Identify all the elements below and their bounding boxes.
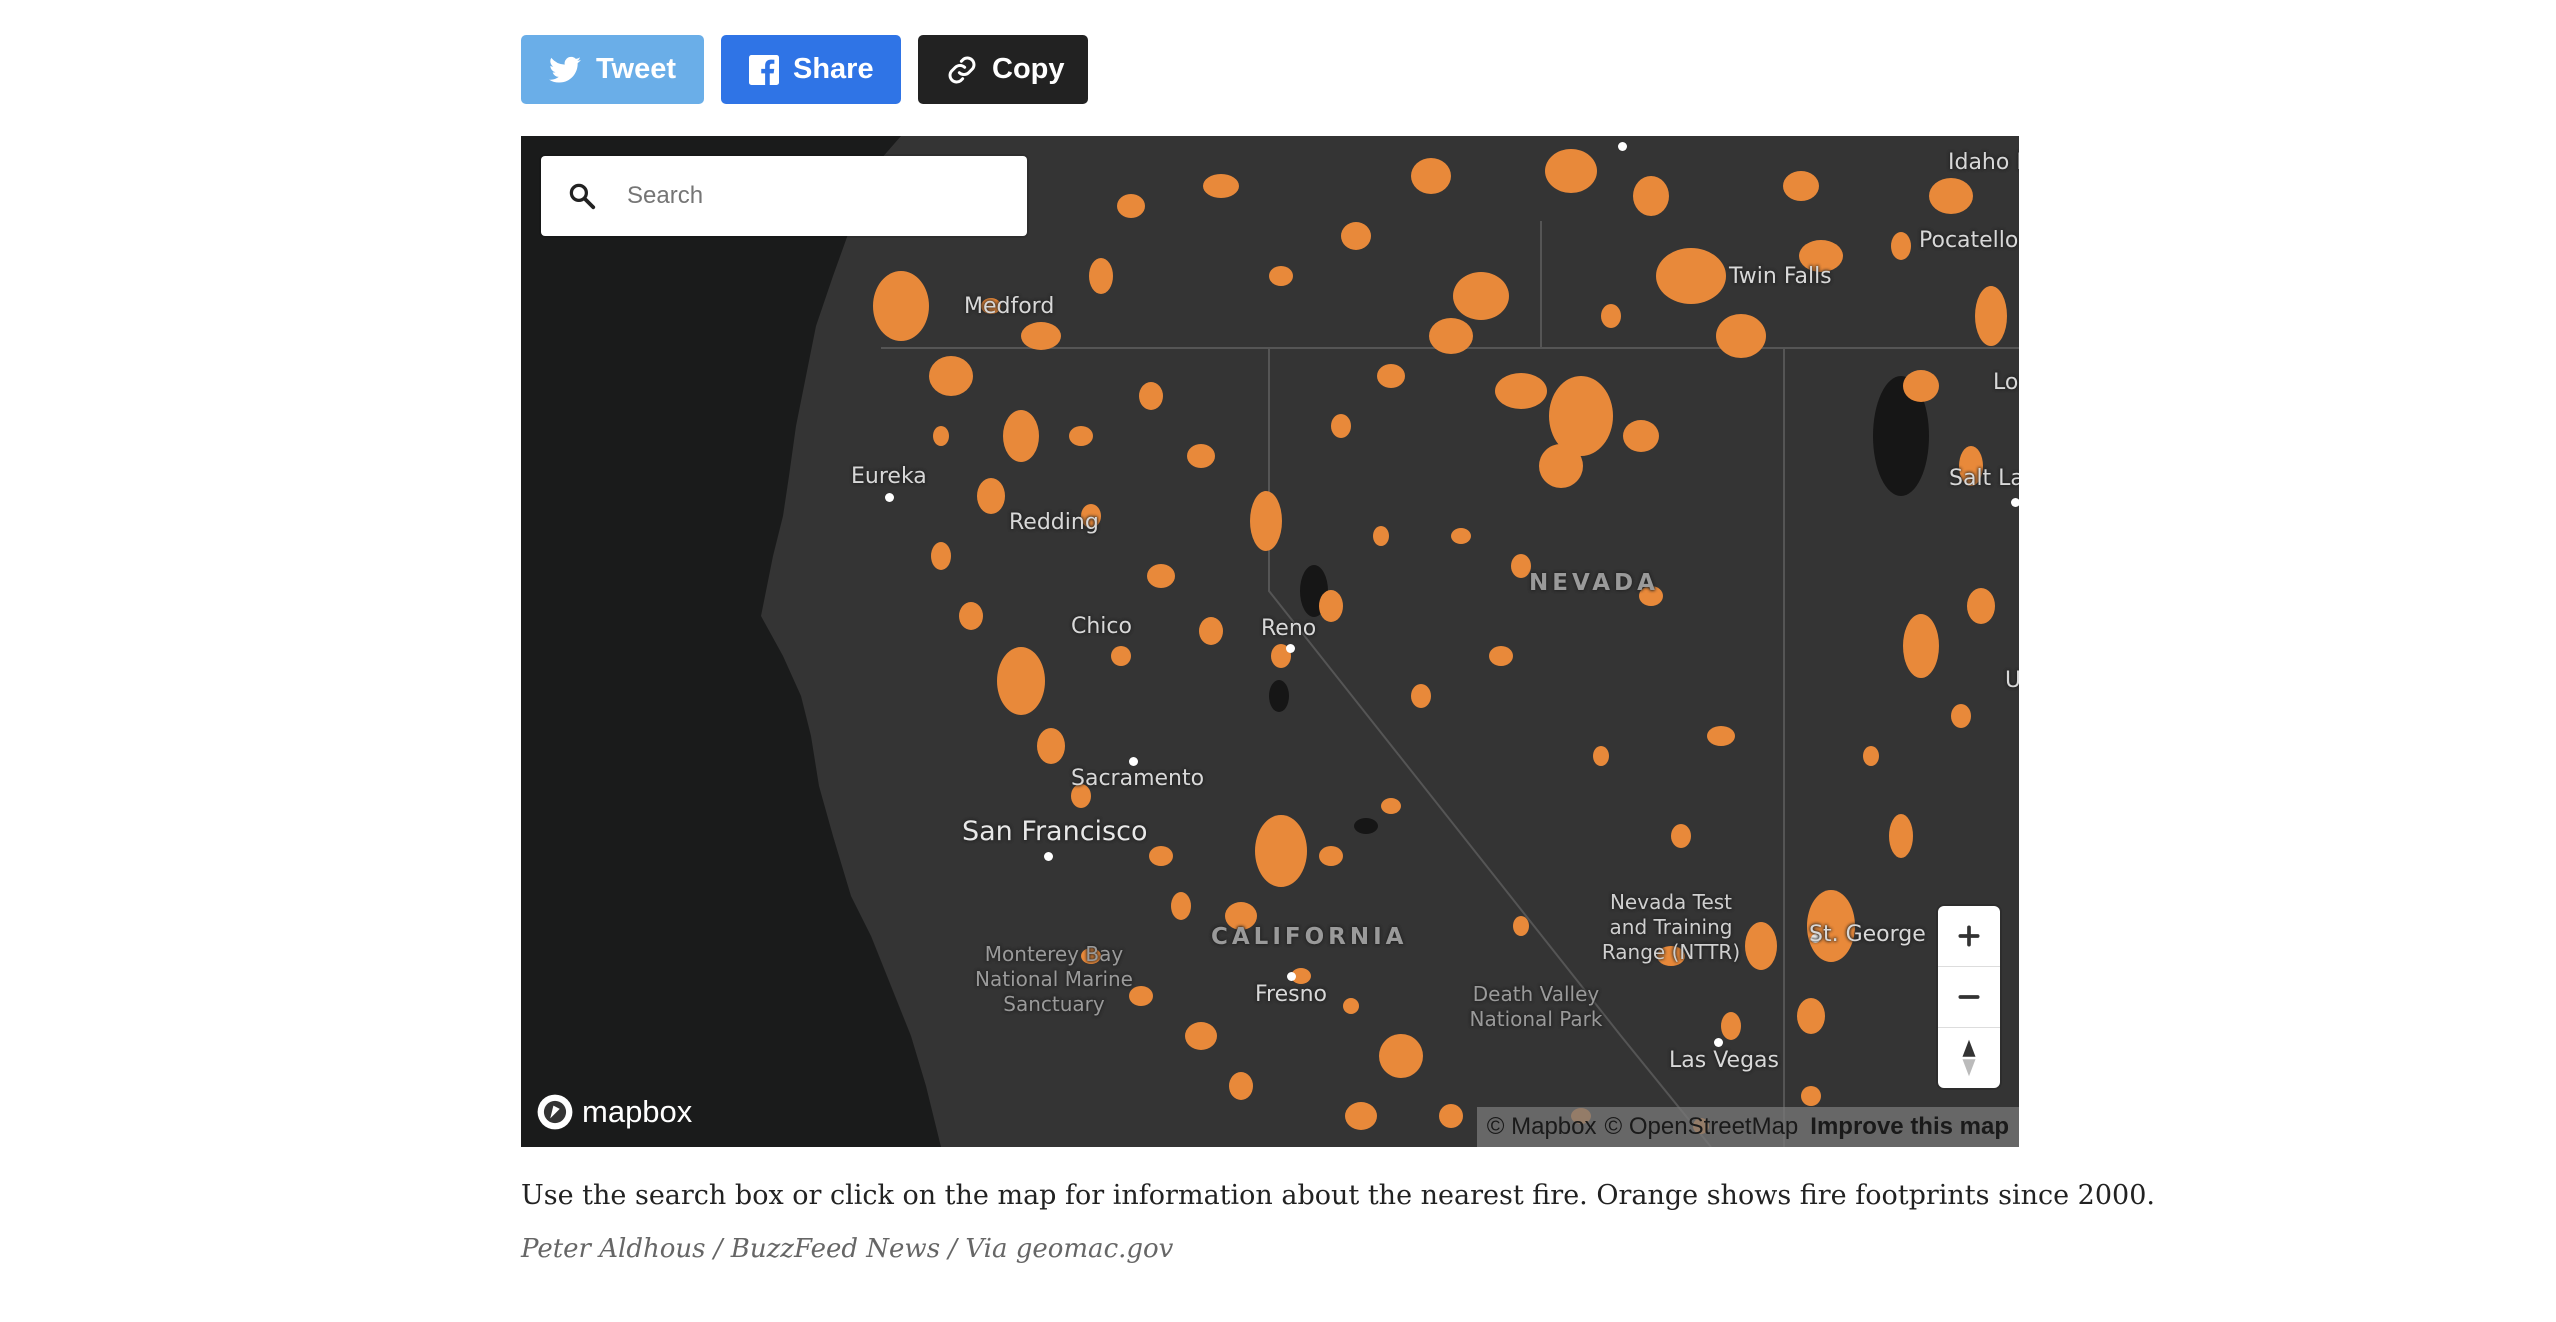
improve-map-link[interactable]: Improve this map: [1810, 1113, 2009, 1141]
label-monterey-bay-sanctuary: Monterey Bay National Marine Sanctuary: [975, 942, 1133, 1016]
label-salt-lake: Salt La: [1949, 466, 2019, 491]
map-search[interactable]: [541, 156, 1027, 236]
share-button[interactable]: Share: [721, 35, 901, 104]
twitter-icon: [549, 53, 582, 87]
label-logan: Lo: [1993, 370, 2019, 395]
city-dot: [1618, 142, 1627, 151]
label-redding: Redding: [1009, 510, 1099, 535]
zoom-in-button[interactable]: [1938, 906, 2000, 967]
copy-link-button[interactable]: Copy: [918, 35, 1088, 104]
compass-reset-button[interactable]: [1938, 1028, 2000, 1088]
map-caption: Use the search box or click on the map f…: [521, 1180, 2155, 1211]
label-st-george: St. George: [1809, 922, 1926, 947]
label-utah-edge: U: [2005, 668, 2019, 693]
label-idaho-falls: Idaho F: [1948, 150, 2019, 175]
label-reno: Reno: [1261, 616, 1317, 641]
minus-icon: [1958, 995, 1980, 999]
map-credit: Peter Aldhous / BuzzFeed News / Via geom…: [521, 1234, 1174, 1264]
zoom-out-button[interactable]: [1938, 967, 2000, 1028]
plus-icon: [1958, 925, 1980, 947]
search-icon: [567, 181, 597, 211]
attribution-osm-link[interactable]: © OpenStreetMap: [1605, 1113, 1799, 1141]
label-nevada: NEVADA: [1529, 570, 1659, 596]
label-san-francisco: San Francisco: [962, 816, 1148, 847]
city-dot: [885, 493, 894, 502]
search-input[interactable]: [625, 181, 1009, 211]
label-fresno: Fresno: [1255, 982, 1328, 1007]
city-dot: [2011, 498, 2019, 507]
map-navigation-controls: [1938, 906, 2000, 1088]
label-chico: Chico: [1071, 614, 1132, 639]
label-las-vegas: Las Vegas: [1669, 1048, 1779, 1073]
fire-map[interactable]: Medford Eureka Redding Chico Reno Sacram…: [521, 136, 2019, 1147]
copy-label: Copy: [992, 53, 1065, 85]
label-sacramento: Sacramento: [1071, 766, 1205, 791]
map-attribution: © Mapbox © OpenStreetMap Improve this ma…: [1476, 1107, 2019, 1147]
facebook-icon: [749, 53, 779, 87]
city-dot: [1287, 972, 1296, 981]
city-dot: [1044, 852, 1053, 861]
attribution-mapbox-link[interactable]: © Mapbox: [1487, 1113, 1597, 1141]
tweet-button[interactable]: Tweet: [521, 35, 704, 104]
link-icon: [946, 53, 978, 87]
mapbox-wordmark: mapbox: [582, 1094, 693, 1129]
mapbox-logo[interactable]: mapbox: [536, 1091, 692, 1133]
label-death-valley: Death Valley National Park: [1469, 982, 1603, 1031]
city-dot: [1129, 757, 1138, 766]
city-dot: [1714, 1038, 1723, 1047]
label-medford: Medford: [964, 294, 1055, 319]
mapbox-icon: [537, 1094, 573, 1130]
compass-icon: [1962, 1039, 1976, 1077]
share-bar: Tweet Share Copy: [521, 35, 1088, 104]
label-nttr: Nevada Test and Training Range (NTTR): [1601, 890, 1741, 964]
tweet-label: Tweet: [595, 53, 676, 85]
city-dot: [1286, 644, 1295, 653]
share-label: Share: [793, 53, 874, 85]
label-twin-falls: Twin Falls: [1729, 264, 1832, 289]
label-california: CALIFORNIA: [1211, 924, 1408, 950]
label-pocatello: Pocatello: [1919, 228, 2019, 253]
label-eureka: Eureka: [851, 464, 927, 489]
